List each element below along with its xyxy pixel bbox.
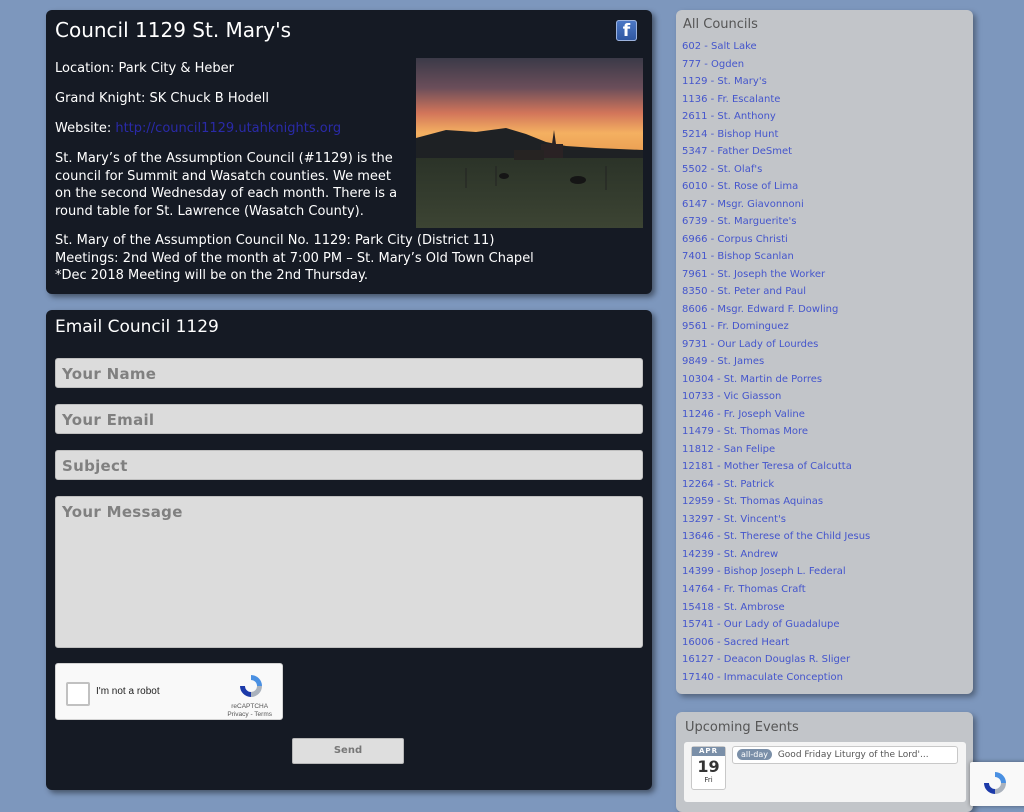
event-title: Good Friday Liturgy of the Lord'... xyxy=(777,750,929,760)
recaptcha-checkbox[interactable] xyxy=(66,682,90,706)
recaptcha-label: I'm not a robot xyxy=(96,686,160,697)
council-link[interactable]: 11812 - San Felipe xyxy=(682,442,870,460)
grand-knight-line: Grand Knight: SK Chuck B Hodell xyxy=(55,90,269,108)
meeting-info: St. Mary of the Assumption Council No. 1… xyxy=(55,232,534,285)
location-label: Location: xyxy=(55,61,115,76)
event-weekday: Fri xyxy=(704,776,713,784)
council-link[interactable]: 15418 - St. Ambrose xyxy=(682,600,870,618)
website-label: Website: xyxy=(55,121,112,136)
council-link[interactable]: 14399 - Bishop Joseph L. Federal xyxy=(682,564,870,582)
council-link[interactable]: 13646 - St. Therese of the Child Jesus xyxy=(682,529,870,547)
meeting-line: Meetings: 2nd Wed of the month at 7:00 P… xyxy=(55,250,534,266)
council-link[interactable]: 15741 - Our Lady of Guadalupe xyxy=(682,617,870,635)
recaptcha-logo-icon xyxy=(984,772,1006,794)
council-link[interactable]: 9849 - St. James xyxy=(682,354,870,372)
grand-knight-label: Grand Knight: xyxy=(55,91,146,106)
council-link[interactable]: 6739 - St. Marguerite's xyxy=(682,214,870,232)
council-link[interactable]: 14764 - Fr. Thomas Craft xyxy=(682,582,870,600)
website-line: Website: http://council1129.utahknights.… xyxy=(55,120,341,138)
recaptcha-links[interactable]: Privacy - Terms xyxy=(227,711,272,719)
recaptcha-widget: I'm not a robot reCAPTCHA Privacy - Term… xyxy=(55,663,283,720)
facebook-icon[interactable]: f xyxy=(616,20,637,41)
council-link[interactable]: 6010 - St. Rose of Lima xyxy=(682,179,870,197)
event-item[interactable]: all-day Good Friday Liturgy of the Lord'… xyxy=(732,746,958,764)
name-input[interactable]: Your Name xyxy=(55,358,643,388)
meeting-line: St. Mary of the Assumption Council No. 1… xyxy=(55,233,495,248)
council-link[interactable]: 8350 - St. Peter and Paul xyxy=(682,284,870,302)
council-list: 602 - Salt Lake 777 - Ogden 1129 - St. Mar… xyxy=(682,39,870,687)
council-link[interactable]: 10733 - Vic Giasson xyxy=(682,389,870,407)
council-link[interactable]: 6147 - Msgr. Giavonnoni xyxy=(682,197,870,215)
council-link[interactable]: 9731 - Our Lady of Lourdes xyxy=(682,337,870,355)
upcoming-events-panel: Upcoming Events APR 19 Fri all-day Good … xyxy=(676,712,973,812)
council-link[interactable]: 777 - Ogden xyxy=(682,57,870,75)
council-link[interactable]: 12181 - Mother Teresa of Calcutta xyxy=(682,459,870,477)
council-link[interactable]: 7961 - St. Joseph the Worker xyxy=(682,267,870,285)
all-councils-panel: All Councils 602 - Salt Lake 777 - Ogden 1… xyxy=(676,10,973,694)
council-link[interactable]: 14239 - St. Andrew xyxy=(682,547,870,565)
recaptcha-brand: reCAPTCHA Privacy - Terms xyxy=(227,703,272,719)
council-link[interactable]: 16127 - Deacon Douglas R. Sliger xyxy=(682,652,870,670)
council-link[interactable]: 10304 - St. Martin de Porres xyxy=(682,372,870,390)
council-link[interactable]: 1129 - St. Mary's xyxy=(682,74,870,92)
grand-knight-value: SK Chuck B Hodell xyxy=(149,91,270,106)
council-link[interactable]: 5347 - Father DeSmet xyxy=(682,144,870,162)
council-link[interactable]: 11479 - St. Thomas More xyxy=(682,424,870,442)
recaptcha-logo-icon xyxy=(240,675,262,697)
email-input[interactable]: Your Email xyxy=(55,404,643,434)
council-link[interactable]: 11246 - Fr. Joseph Valine xyxy=(682,407,870,425)
council-link[interactable]: 1136 - Fr. Escalante xyxy=(682,92,870,110)
council-info-panel: Council 1129 St. Mary's f Location: Park… xyxy=(46,10,652,294)
council-link[interactable]: 13297 - St. Vincent's xyxy=(682,512,870,530)
council-description: St. Mary’s of the Assumption Council (#1… xyxy=(55,151,398,219)
recaptcha-floating-badge[interactable] xyxy=(970,762,1024,806)
event-day: 19 xyxy=(697,757,720,776)
subject-input[interactable]: Subject xyxy=(55,450,643,480)
council-link[interactable]: 7401 - Bishop Scanlan xyxy=(682,249,870,267)
event-list: APR 19 Fri all-day Good Friday Liturgy o… xyxy=(684,742,966,802)
council-link[interactable]: 9561 - Fr. Dominguez xyxy=(682,319,870,337)
message-textarea[interactable]: Your Message xyxy=(55,496,643,648)
recaptcha-brand-text: reCAPTCHA xyxy=(231,703,269,710)
council-link[interactable]: 6966 - Corpus Christi xyxy=(682,232,870,250)
council-title: Council 1129 St. Mary's xyxy=(55,18,292,42)
event-month: APR xyxy=(692,747,725,756)
council-link[interactable]: 2611 - St. Anthony xyxy=(682,109,870,127)
email-form-panel: Email Council 1129 Your Name Your Email … xyxy=(46,310,652,790)
council-link[interactable]: 16006 - Sacred Heart xyxy=(682,635,870,653)
meeting-line: *Dec 2018 Meeting will be on the 2nd Thu… xyxy=(55,268,368,283)
council-link[interactable]: 602 - Salt Lake xyxy=(682,39,870,57)
council-link[interactable]: 5502 - St. Olaf's xyxy=(682,162,870,180)
church-sunset-photo xyxy=(416,58,643,228)
upcoming-events-title: Upcoming Events xyxy=(685,720,799,735)
form-title: Email Council 1129 xyxy=(55,317,219,337)
council-link[interactable]: 12959 - St. Thomas Aquinas xyxy=(682,494,870,512)
all-day-badge: all-day xyxy=(737,749,772,760)
website-link[interactable]: http://council1129.utahknights.org xyxy=(115,121,341,136)
calendar-date-icon: APR 19 Fri xyxy=(691,746,726,790)
council-link[interactable]: 12264 - St. Patrick xyxy=(682,477,870,495)
location-value: Park City & Heber xyxy=(118,61,234,76)
send-button[interactable]: Send xyxy=(292,738,404,764)
all-councils-title: All Councils xyxy=(683,17,758,32)
council-link[interactable]: 8606 - Msgr. Edward F. Dowling xyxy=(682,302,870,320)
location-line: Location: Park City & Heber xyxy=(55,60,234,78)
council-link[interactable]: 5214 - Bishop Hunt xyxy=(682,127,870,145)
council-link[interactable]: 17140 - Immaculate Conception xyxy=(682,670,870,688)
